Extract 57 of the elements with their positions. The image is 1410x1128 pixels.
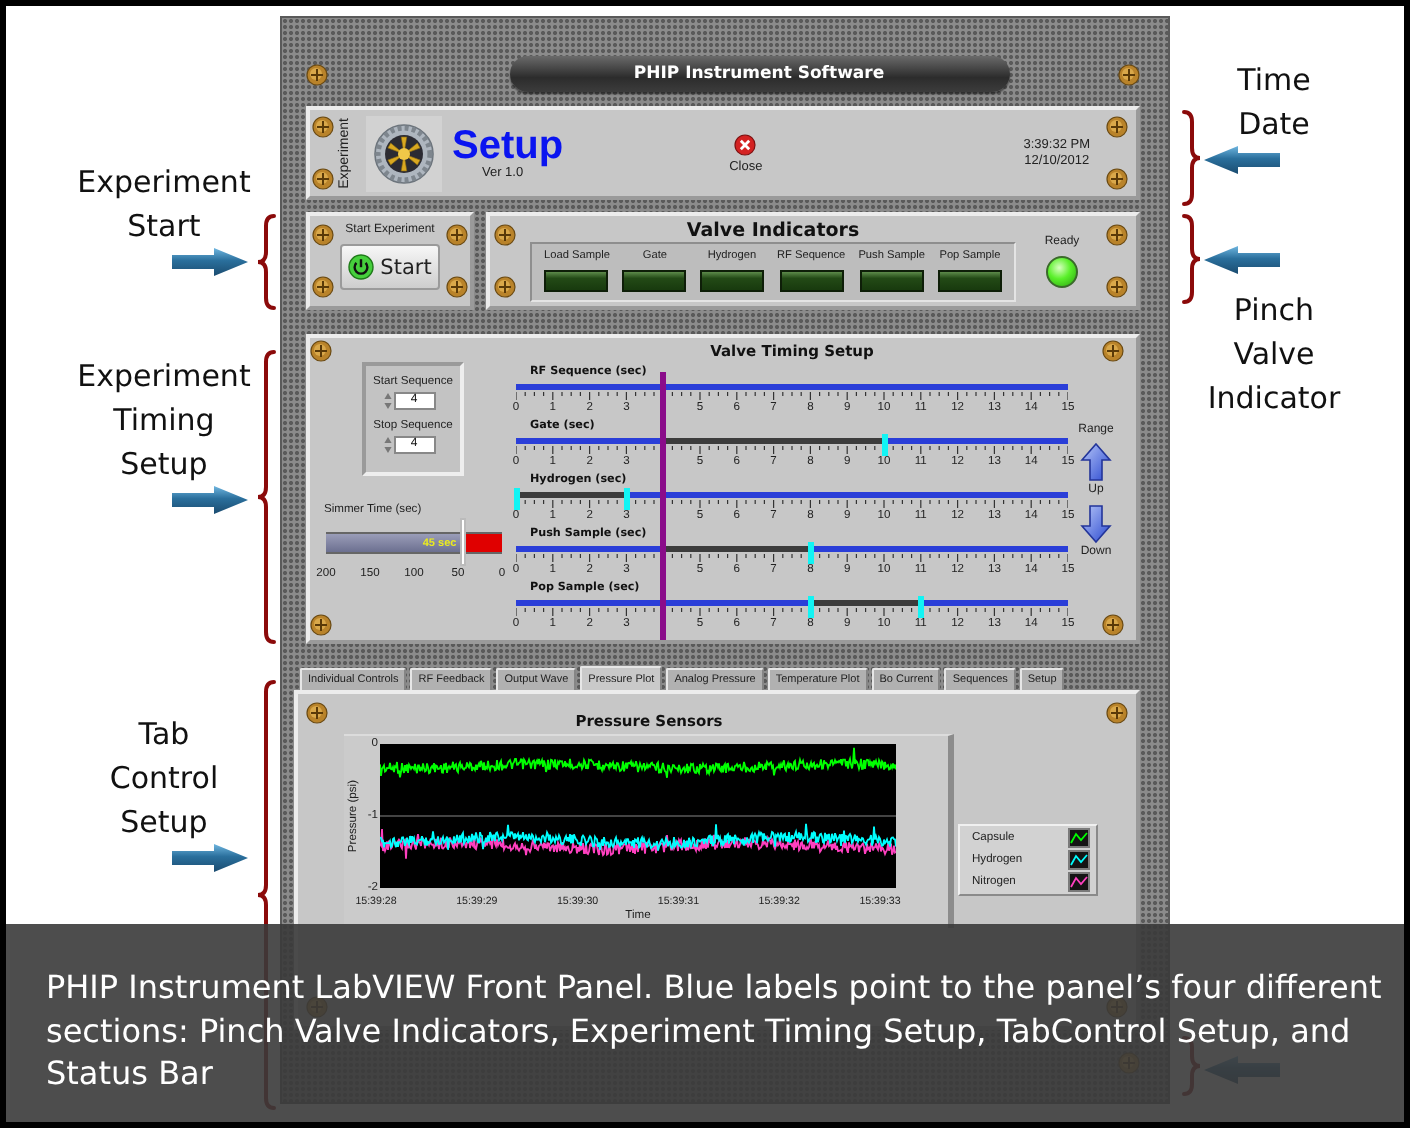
curly-brace [256, 214, 276, 310]
down-arrow-icon [1080, 504, 1112, 544]
slider-thumb[interactable] [459, 518, 466, 566]
curly-brace [1182, 214, 1202, 304]
screw-icon [310, 340, 332, 362]
right-arrow-icon [172, 486, 248, 514]
panel-title: PHIP Instrument Software [509, 56, 1009, 92]
screw-icon [312, 224, 334, 246]
annotation-label: Experiment Start [77, 162, 251, 248]
legend-line-icon [1068, 872, 1090, 892]
screw-icon [310, 614, 332, 636]
screw-icon [494, 224, 516, 246]
screw-icon [306, 702, 328, 724]
timeline-range [516, 492, 627, 498]
screw-icon [312, 168, 334, 190]
spinner-arrows-icon[interactable] [383, 436, 391, 454]
screw-icon [1106, 168, 1128, 190]
power-icon [348, 254, 375, 280]
page-title: Setup [452, 125, 564, 165]
right-arrow-icon [172, 248, 248, 276]
screw-icon [446, 224, 468, 246]
screw-icon [1106, 276, 1128, 298]
screw-icon [494, 276, 516, 298]
screw-icon [446, 276, 468, 298]
section-title: Valve Indicators [686, 220, 860, 242]
close-icon [734, 133, 757, 155]
timeline-marker[interactable] [881, 434, 887, 456]
timeline-marker[interactable] [807, 542, 814, 564]
screw-icon [1102, 614, 1124, 636]
timeline-marker[interactable] [623, 488, 630, 510]
right-arrow-icon [172, 844, 248, 872]
annotation-label: Time Date [1237, 60, 1311, 146]
left-arrow-icon [1204, 246, 1280, 274]
screw-icon [312, 276, 334, 298]
curly-brace [1182, 110, 1202, 206]
screw-icon [1106, 224, 1128, 246]
timeline-marker[interactable] [917, 596, 924, 618]
screw-icon [306, 63, 328, 85]
left-arrow-icon [1204, 146, 1280, 174]
time-cursor[interactable] [660, 372, 667, 640]
screw-icon [312, 116, 334, 138]
up-arrow-icon [1080, 442, 1112, 482]
annotation-label: Experiment Timing Setup [77, 356, 251, 486]
timeline-marker[interactable] [807, 596, 814, 618]
screw-icon [1118, 63, 1140, 85]
legend-line-icon [1068, 828, 1090, 848]
annotation-label: Tab Control Setup [109, 714, 219, 844]
screw-icon [1102, 340, 1124, 362]
annotation-label: Pinch Valve Indicator [1207, 290, 1341, 420]
screw-icon [1106, 116, 1128, 138]
timeline-marker[interactable] [513, 488, 519, 510]
legend-line-icon [1068, 850, 1090, 870]
spinner-arrows-icon[interactable] [383, 392, 391, 410]
caption-text: PHIP Instrument LabVIEW Front Panel. Blue labels point to the panel’s four different sections: Pinch Valve Indicators, Experiment Timing Setup, TabControl Setup, and Status Bar [46, 966, 1384, 1095]
start-button[interactable]: Start [340, 244, 440, 290]
screw-icon [1106, 702, 1128, 724]
timeline-range [810, 600, 921, 606]
